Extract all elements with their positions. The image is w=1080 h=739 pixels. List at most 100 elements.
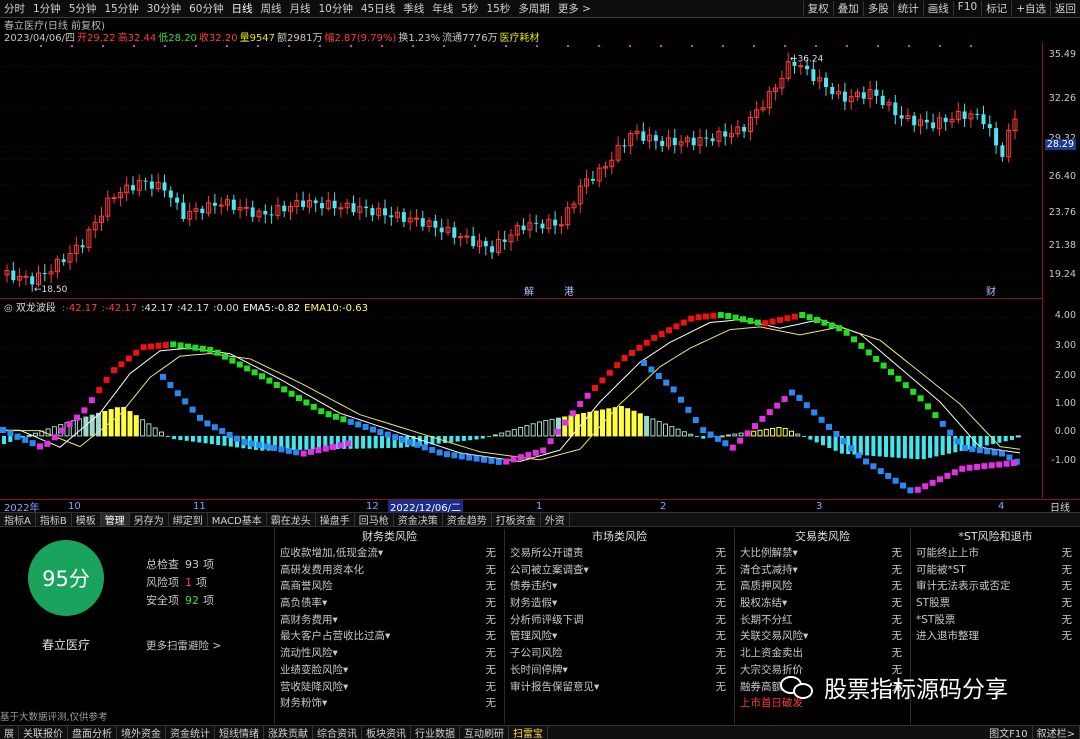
signal-square — [407, 439, 413, 446]
bottom-right-1[interactable]: 叙述栏> — [1033, 726, 1080, 739]
risk-item[interactable]: 股权冻结▾ 无 — [735, 595, 910, 612]
indicator-tab-7[interactable]: 霸在龙头 — [267, 513, 316, 526]
indicator-chart[interactable] — [0, 298, 1043, 498]
risk-item-label: 子公司风险 — [510, 647, 563, 660]
timeframe-6[interactable]: 日线 — [228, 1, 257, 16]
timeframe-3[interactable]: 15分钟 — [100, 1, 142, 16]
risk-item[interactable]: 大比例解禁▾ 无 — [735, 545, 910, 562]
bottom-tab-7[interactable]: 综合资讯 — [313, 726, 362, 739]
candle-body — [212, 202, 217, 206]
indicator-tab-0[interactable]: 指标A — [0, 513, 36, 526]
more-scan-link[interactable]: 更多扫雷避险 > — [146, 638, 221, 653]
toolbar-button-7[interactable]: +自选 — [1011, 1, 1050, 16]
indicator-tab-5[interactable]: 绑定到 — [169, 513, 208, 526]
timeframe-0[interactable]: 分时 — [0, 1, 29, 16]
indicator-tab-2[interactable]: 模板 — [72, 513, 101, 526]
risk-item[interactable]: 子公司风险 无 — [505, 645, 734, 662]
timeframe-5[interactable]: 60分钟 — [185, 1, 227, 16]
toolbar-button-8[interactable]: 返回 — [1050, 1, 1080, 16]
timeframe-13[interactable]: 5秒 — [457, 1, 482, 16]
risk-item[interactable]: 关联交易风险▾ 无 — [735, 628, 910, 645]
indicator-tab-6[interactable]: MACD基本 — [208, 513, 267, 526]
axis-tick-label: 26.40 — [1048, 171, 1076, 182]
risk-item[interactable]: 公司被立案调查▾ 无 — [505, 562, 734, 579]
histogram-bar — [656, 420, 662, 437]
bottom-tab-6[interactable]: 涨跌贡献 — [264, 726, 313, 739]
candlestick-chart[interactable]: ←36.24 ←18.50 解 港 财 — [0, 43, 1043, 298]
risk-column: 市场类风险 交易所公开谴责无公司被立案调查▾ 无债券违约▾ 无财务造假▾ 无分析师评级下… — [504, 529, 734, 724]
risk-item[interactable]: 流动性风险▾ 无 — [275, 645, 504, 662]
toolbar-button-3[interactable]: 统计 — [892, 1, 923, 16]
histogram-bar — [549, 418, 555, 437]
risk-item[interactable]: 北上资金卖出 无 — [735, 645, 910, 662]
indicator-tab-3[interactable]: 管理 — [100, 513, 130, 526]
timeframe-12[interactable]: 年线 — [428, 1, 457, 16]
indicator-tab-9[interactable]: 回马枪 — [355, 513, 394, 526]
toolbar-button-1[interactable]: 叠加 — [832, 1, 863, 16]
timeframe-4[interactable]: 30分钟 — [143, 1, 185, 16]
bottom-tab-9[interactable]: 行业数据 — [411, 726, 460, 739]
risk-item[interactable]: 交易所公开谴责 无 — [505, 545, 734, 562]
toolbar-button-0[interactable]: 复权 — [802, 1, 833, 16]
indicator-tab-13[interactable]: 外资 — [541, 513, 570, 526]
indicator-tab-12[interactable]: 打板资金 — [492, 513, 541, 526]
timeframe-2[interactable]: 5分钟 — [65, 1, 101, 16]
risk-item[interactable]: 财务粉饰▾ 无 — [275, 695, 504, 712]
bottom-tab-2[interactable]: 盘面分析 — [68, 726, 117, 739]
timeframe-7[interactable]: 周线 — [257, 1, 286, 16]
bottom-tab-0[interactable]: 展 — [0, 726, 19, 739]
signal-square — [66, 421, 73, 428]
risk-item[interactable]: 应收款增加,低现金流▾ 无 — [275, 545, 504, 562]
timeframe-15[interactable]: 多周期 — [514, 1, 554, 16]
toolbar-button-5[interactable]: F10 — [952, 1, 981, 16]
risk-item[interactable]: 清仓式减持▾ 无 — [735, 562, 910, 579]
risk-item[interactable]: 财务造假▾ 无 — [505, 595, 734, 612]
timeframe-14[interactable]: 15秒 — [482, 1, 514, 16]
toolbar-button-4[interactable]: 画线 — [922, 1, 953, 16]
timeframe-8[interactable]: 月线 — [286, 1, 315, 16]
signal-square — [345, 440, 351, 447]
candle-body — [23, 275, 29, 278]
indicator-tab-1[interactable]: 指标B — [36, 513, 72, 526]
risk-item[interactable]: 高财务费用▾ 无 — [275, 612, 504, 629]
bottom-tab-1[interactable]: 关联报价 — [19, 726, 68, 739]
risk-item[interactable]: 可能终止上市 无 — [911, 545, 1080, 562]
risk-item[interactable]: ST股票 无 — [911, 595, 1080, 612]
risk-item[interactable]: 审计报告保留意见▾ 无 — [505, 679, 734, 696]
timeframe-1[interactable]: 1分钟 — [29, 1, 65, 16]
risk-item[interactable]: 高质押风险 无 — [735, 578, 910, 595]
bottom-tab-10[interactable]: 互动刷研 — [460, 726, 509, 739]
timeframe-16[interactable]: 更多 > — [554, 1, 595, 16]
bottom-right-0[interactable]: 图文F10 — [985, 726, 1033, 739]
risk-item[interactable]: 长时间停牌▾ 无 — [505, 662, 734, 679]
risk-item[interactable]: 高商誉风险 无 — [275, 578, 504, 595]
bottom-tab-8[interactable]: 板块资讯 — [362, 726, 411, 739]
indicator-tab-8[interactable]: 操盘手 — [316, 513, 355, 526]
risk-item[interactable]: 进入退市整理 无 — [911, 628, 1080, 645]
bottom-tab-4[interactable]: 资金统计 — [166, 726, 215, 739]
risk-item[interactable]: 管理风险▾ 无 — [505, 628, 734, 645]
bottom-tab-3[interactable]: 境外资金 — [117, 726, 166, 739]
risk-item[interactable]: 债券违约▾ 无 — [505, 578, 734, 595]
risk-item[interactable]: 高研发费用资本化 无 — [275, 562, 504, 579]
bottom-tab-5[interactable]: 短线情绪 — [215, 726, 264, 739]
risk-item[interactable]: 最大客户占营收比过高▾ 无 — [275, 628, 504, 645]
risk-item[interactable]: 审计无法表示或否定 无 — [911, 578, 1080, 595]
indicator-tab-10[interactable]: 资金决策 — [394, 513, 443, 526]
risk-item[interactable]: *ST股票 无 — [911, 612, 1080, 629]
toolbar-button-2[interactable]: 多股 — [862, 1, 893, 16]
histogram-bar — [618, 405, 624, 437]
risk-item[interactable]: 业绩变脸风险▾ 无 — [275, 662, 504, 679]
timeframe-9[interactable]: 10分钟 — [315, 1, 357, 16]
timeframe-11[interactable]: 季线 — [399, 1, 428, 16]
bottom-tab-11[interactable]: 扫雷宝 — [509, 726, 548, 739]
risk-item[interactable]: 分析师评级下调 无 — [505, 612, 734, 629]
risk-item[interactable]: 长期不分红 无 — [735, 612, 910, 629]
indicator-tab-4[interactable]: 另存为 — [130, 513, 169, 526]
risk-item[interactable]: 营收陡降风险▾ 无 — [275, 679, 504, 696]
risk-item[interactable]: 可能被*ST 无 — [911, 562, 1080, 579]
risk-item[interactable]: 高负债率▾ 无 — [275, 595, 504, 612]
timeframe-10[interactable]: 45日线 — [357, 1, 399, 16]
indicator-tab-11[interactable]: 资金趋势 — [443, 513, 492, 526]
toolbar-button-6[interactable]: 标记 — [981, 1, 1011, 16]
